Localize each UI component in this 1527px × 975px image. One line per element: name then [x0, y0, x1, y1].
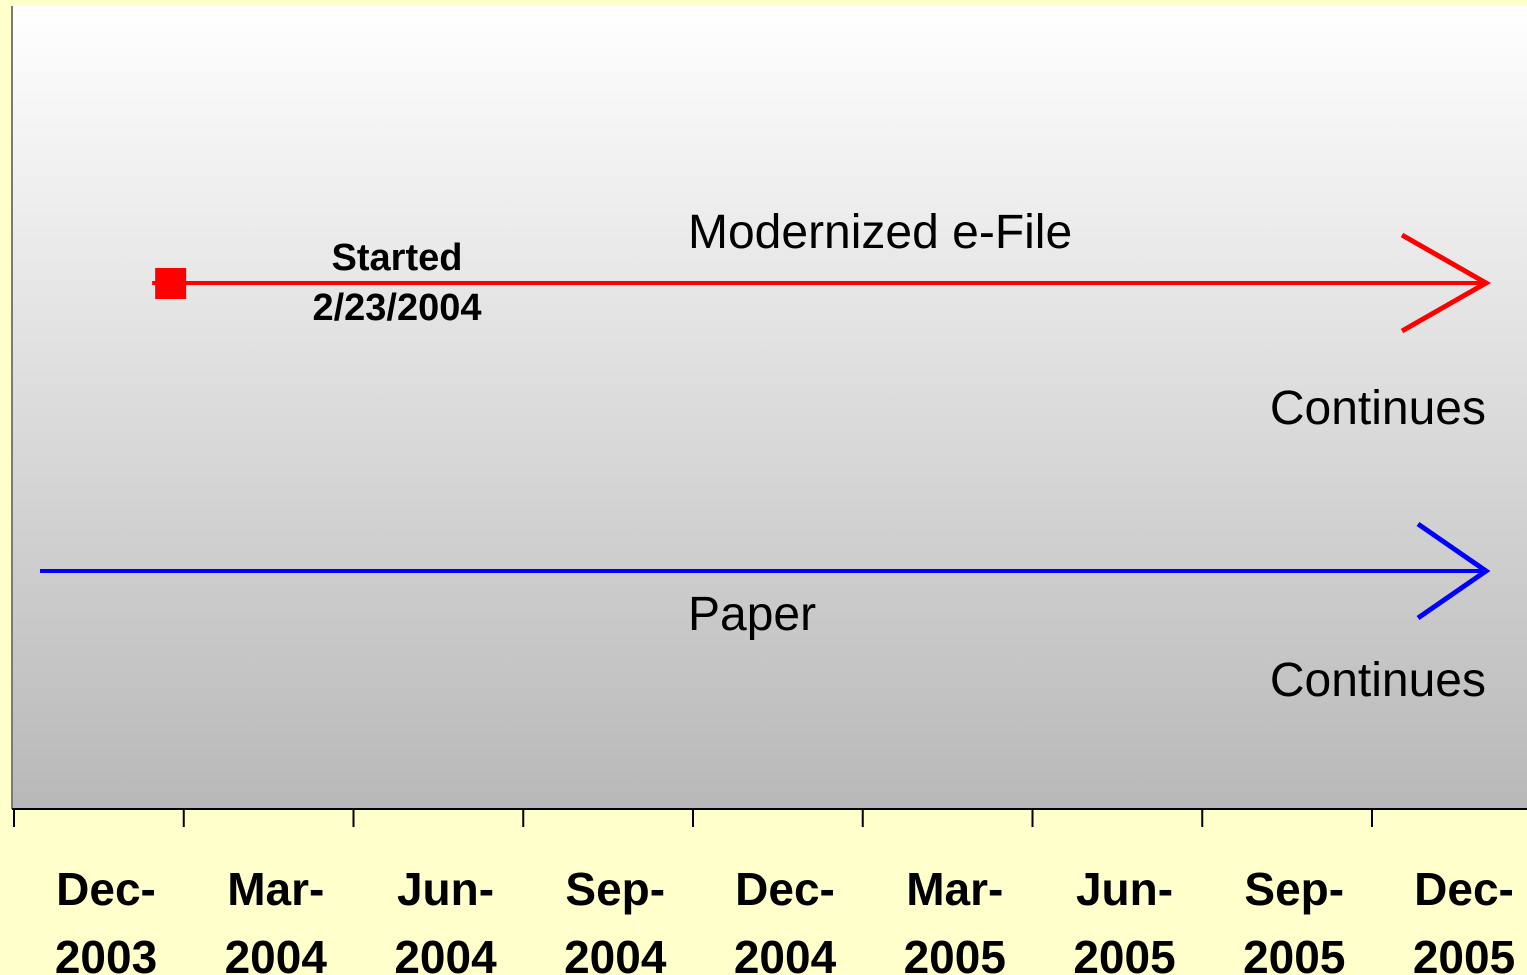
x-tick-label-line: Mar-	[906, 863, 1003, 915]
x-tick-label-line: Jun-	[397, 863, 494, 915]
series-name-label: Paper	[688, 588, 816, 641]
x-tick-label-line: Jun-	[1076, 863, 1173, 915]
x-axis-ticks	[13, 809, 1373, 827]
x-axis-tick-labels: Dec- 2003 Mar- 2004 Jun- 2004 Sep- 2004 Dec- 2004…	[55, 863, 1515, 975]
x-tick-label-line: Dec-	[735, 863, 835, 915]
x-tick-label: Mar- 2005	[904, 863, 1006, 975]
x-tick-label: Jun- 2004	[394, 863, 497, 975]
start-marker-label-line: Started	[332, 237, 463, 279]
continues-label: Continues	[1270, 654, 1486, 707]
timeline-chart: Dec- 2003 Mar- 2004 Jun- 2004 Sep- 2004 Dec- 2004…	[0, 0, 1527, 975]
continues-label: Continues	[1270, 382, 1486, 435]
x-tick-label-line: 2005	[904, 931, 1006, 975]
x-tick-label-line: 2003	[55, 931, 157, 975]
x-tick-label-line: Dec-	[1414, 863, 1514, 915]
x-tick-label: Dec- 2003	[55, 863, 157, 975]
x-tick-label-line: Sep-	[565, 863, 665, 915]
start-marker	[155, 268, 187, 299]
x-tick-label-line: Mar-	[227, 863, 324, 915]
x-tick-label-line: 2005	[1413, 931, 1515, 975]
series-name-label: Modernized e-File	[688, 206, 1072, 259]
x-tick-label: Sep- 2005	[1243, 863, 1345, 975]
x-tick-label-line: 2004	[564, 931, 667, 975]
x-tick-label: Dec- 2005	[1413, 863, 1515, 975]
x-tick-label-line: 2005	[1073, 931, 1175, 975]
x-tick-label-line: Sep-	[1244, 863, 1344, 915]
x-tick-label-line: Dec-	[56, 863, 156, 915]
x-tick-label: Sep- 2004	[564, 863, 667, 975]
x-tick-label: Jun- 2005	[1073, 863, 1175, 975]
x-tick-label: Mar- 2004	[225, 863, 328, 975]
x-tick-label-line: 2005	[1243, 931, 1345, 975]
chart-svg: Dec- 2003 Mar- 2004 Jun- 2004 Sep- 2004 Dec- 2004…	[11, 6, 1527, 975]
start-marker-label-line: 2/23/2004	[312, 287, 481, 329]
x-tick-label: Dec- 2004	[734, 863, 837, 975]
x-tick-label-line: 2004	[394, 931, 497, 975]
x-tick-label-line: 2004	[734, 931, 837, 975]
x-tick-label-line: 2004	[225, 931, 328, 975]
